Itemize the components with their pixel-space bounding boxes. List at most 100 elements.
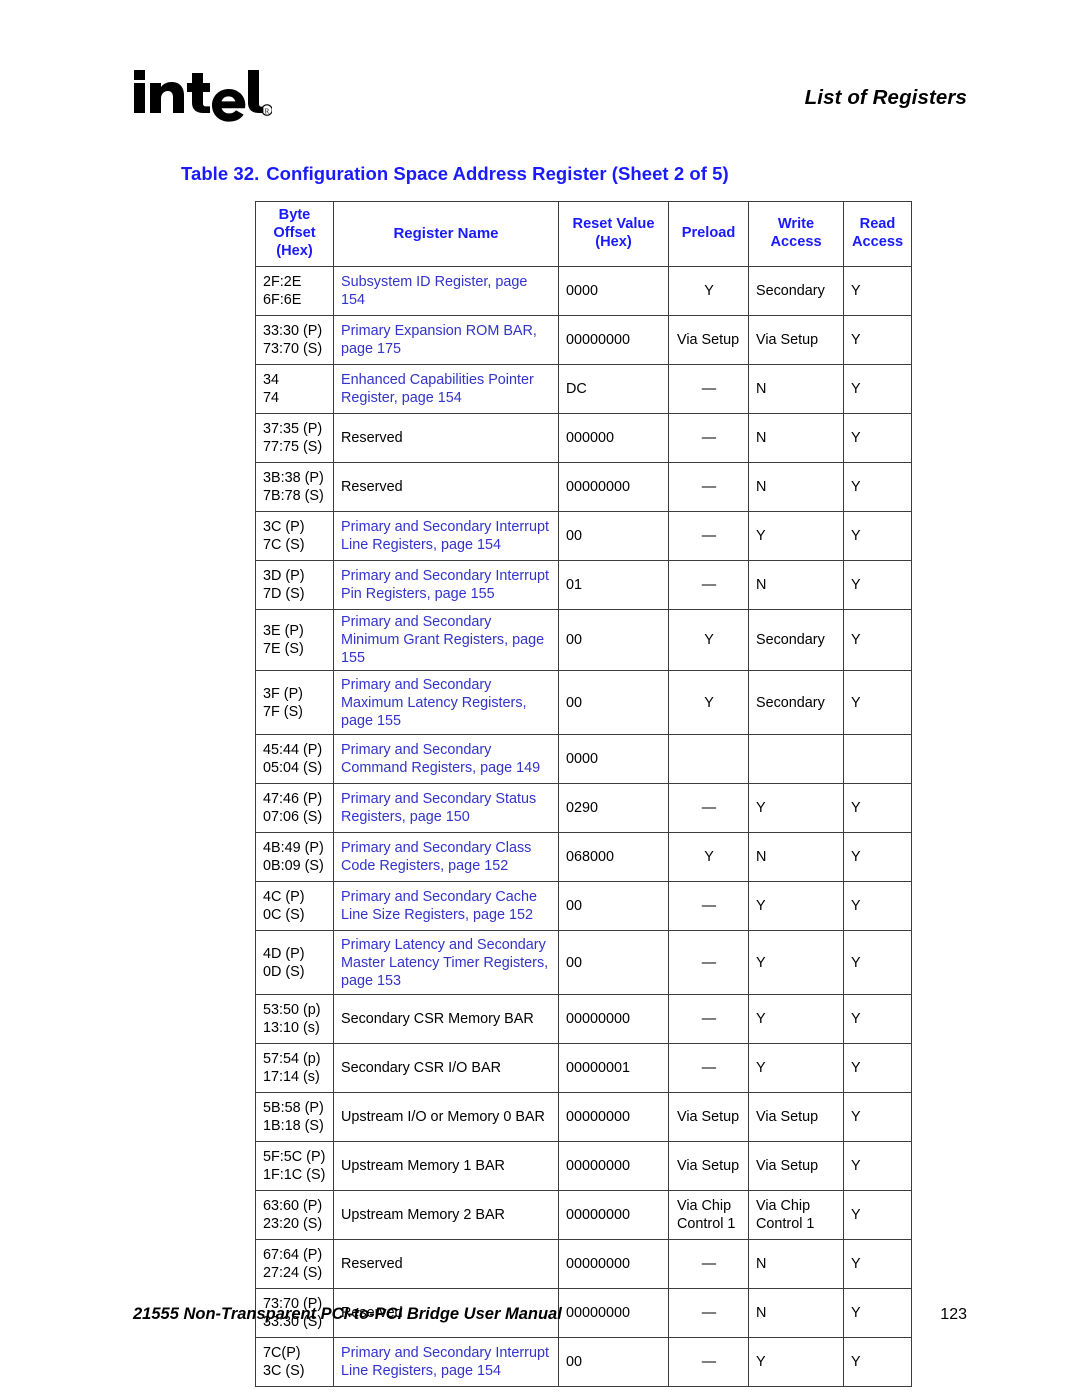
cell-reset-value: 00 (558, 881, 669, 932)
table-row: 57:54 (p) 17:14 (s) Secondary CSR I/O BAR… (255, 1043, 912, 1094)
cell-register-name[interactable]: Primary and Secondary Class Code Registe… (333, 832, 559, 883)
cell-preload: — (668, 462, 749, 512)
cell-reset-value: 068000 (558, 832, 669, 883)
page-footer: 21555 Non-Transparent PCI-to-PCI Bridge … (0, 1287, 1080, 1397)
table-caption-text: Configuration Space Address Register (Sh… (266, 163, 729, 184)
column-header-byte-offset: Byte Offset (Hex) (255, 201, 334, 267)
cell-register-name[interactable]: Primary and Secondary Cache Line Size Re… (333, 881, 559, 932)
cell-preload: — (668, 1043, 749, 1094)
cell-write-access: Secondary (748, 266, 844, 316)
cell-read-access: Y (843, 608, 912, 672)
cell-read-access: Y (843, 462, 912, 512)
cell-preload: — (668, 413, 749, 463)
cell-read-access: Y (843, 315, 912, 365)
cell-byte-offset: 4D (P) 0D (S) (255, 930, 334, 996)
cell-write-access: Via Setup (748, 1141, 844, 1192)
table-row: 67:64 (P) 27:24 (S) Reserved 00000000— N Y (255, 1239, 912, 1290)
cell-register-name[interactable]: Primary and Secondary Status Registers, … (333, 783, 559, 834)
cell-read-access: Y (843, 930, 912, 996)
table-row: 4D (P) 0D (S) Primary Latency and Seconda… (255, 930, 912, 996)
cell-write-access: N (748, 364, 844, 414)
cell-byte-offset: 34 74 (255, 364, 334, 414)
cell-reset-value: 000000 (558, 413, 669, 463)
cell-write-access: Y (748, 783, 844, 834)
cell-read-access: Y (843, 266, 912, 316)
cell-register-name: Secondary CSR Memory BAR (333, 994, 559, 1045)
cell-byte-offset: 53:50 (p) 13:10 (s) (255, 994, 334, 1045)
cell-reset-value: 00 (558, 670, 669, 736)
page-number: 123 (940, 1306, 967, 1323)
cell-register-name: Upstream I/O or Memory 0 BAR (333, 1092, 559, 1143)
column-header-reset-value: Reset Value (Hex) (558, 201, 669, 267)
cell-reset-value: 0290 (558, 783, 669, 834)
cell-byte-offset: 3B:38 (P) 7B:78 (S) (255, 462, 334, 512)
table-row: 53:50 (p) 13:10 (s) Secondary CSR Memory … (255, 994, 912, 1045)
cell-read-access: Y (843, 832, 912, 883)
cell-preload: — (668, 783, 749, 834)
cell-register-name[interactable]: Enhanced Capabilities Pointer Register, … (333, 364, 559, 414)
cell-reset-value: 00000000 (558, 315, 669, 365)
cell-register-name[interactable]: Primary and Secondary Maximum Latency Re… (333, 670, 559, 736)
cell-read-access: Y (843, 364, 912, 414)
table-caption: Table 32. Configuration Space Address Reg… (181, 163, 729, 185)
cell-byte-offset: 3D (P) 7D (S) (255, 560, 334, 610)
cell-reset-value: 00000001 (558, 1043, 669, 1094)
cell-byte-offset: 3C (P) 7C (S) (255, 511, 334, 561)
cell-byte-offset: 5B:58 (P) 1B:18 (S) (255, 1092, 334, 1143)
cell-register-name[interactable]: Primary and Secondary Interrupt Line Reg… (333, 511, 559, 561)
cell-reset-value: 0000 (558, 266, 669, 316)
cell-preload: Via Setup (668, 1141, 749, 1192)
intel-logo: R (132, 66, 272, 124)
cell-read-access: Y (843, 1141, 912, 1192)
cell-read-access: Y (843, 560, 912, 610)
cell-preload: Y (668, 266, 749, 316)
table-row: 3F (P) 7F (S) Primary and Secondary Maxim… (255, 670, 912, 736)
cell-write-access: N (748, 413, 844, 463)
cell-register-name: Upstream Memory 2 BAR (333, 1190, 559, 1241)
cell-write-access: Via Setup (748, 1092, 844, 1143)
cell-register-name[interactable]: Subsystem ID Register, page 154 (333, 266, 559, 316)
svg-text:R: R (265, 107, 270, 115)
cell-byte-offset: 3F (P) 7F (S) (255, 670, 334, 736)
cell-byte-offset: 37:35 (P) 77:75 (S) (255, 413, 334, 463)
table-body: 2F:2E 6F:6E Subsystem ID Register, page 1… (255, 266, 912, 1388)
page-header: R List of Registers (0, 0, 1080, 150)
table-row: 3C (P) 7C (S) Primary and Secondary Inter… (255, 511, 912, 561)
table-row: 34 74 Enhanced Capabilities Pointer Regis… (255, 364, 912, 414)
cell-reset-value: 00000000 (558, 1141, 669, 1192)
cell-register-name[interactable]: Primary Expansion ROM BAR, page 175 (333, 315, 559, 365)
cell-write-access: N (748, 832, 844, 883)
cell-register-name[interactable]: Primary Latency and Secondary Master Lat… (333, 930, 559, 996)
table-row: 63:60 (P) 23:20 (S) Upstream Memory 2 BAR… (255, 1190, 912, 1241)
cell-write-access: Secondary (748, 608, 844, 672)
cell-read-access: Y (843, 994, 912, 1045)
cell-preload: — (668, 881, 749, 932)
cell-reset-value: 01 (558, 560, 669, 610)
cell-byte-offset: 47:46 (P) 07:06 (S) (255, 783, 334, 834)
cell-preload: Via Setup (668, 1092, 749, 1143)
table-row: 2F:2E 6F:6E Subsystem ID Register, page 1… (255, 266, 912, 316)
cell-reset-value: 00 (558, 608, 669, 672)
cell-preload: — (668, 1239, 749, 1290)
cell-write-access: N (748, 462, 844, 512)
cell-register-name[interactable]: Primary and Secondary Minimum Grant Regi… (333, 608, 559, 672)
table-row: 4B:49 (P) 0B:09 (S) Primary and Secondary… (255, 832, 912, 883)
configuration-space-address-register-table: Byte Offset (Hex) Register Name Reset Va… (255, 201, 912, 1388)
cell-register-name: Reserved (333, 462, 559, 512)
column-header-preload: Preload (668, 201, 749, 267)
cell-write-access: Via Chip Control 1 (748, 1190, 844, 1241)
table-row: 5B:58 (P) 1B:18 (S) Upstream I/O or Memor… (255, 1092, 912, 1143)
column-header-register-name: Register Name (333, 201, 559, 267)
cell-register-name: Reserved (333, 1239, 559, 1290)
cell-reset-value: 00 (558, 930, 669, 996)
table-row: 33:30 (P) 73:70 (S) Primary Expansion ROM… (255, 315, 912, 365)
cell-reset-value: 00000000 (558, 1239, 669, 1290)
cell-read-access: Y (843, 670, 912, 736)
cell-register-name: Secondary CSR I/O BAR (333, 1043, 559, 1094)
cell-register-name[interactable]: Primary and Secondary Command Registers,… (333, 734, 559, 785)
cell-register-name[interactable]: Primary and Secondary Interrupt Pin Regi… (333, 560, 559, 610)
cell-register-name: Upstream Memory 1 BAR (333, 1141, 559, 1192)
cell-read-access: Y (843, 1043, 912, 1094)
table-row: 3B:38 (P) 7B:78 (S) Reserved 00000000— N Y (255, 462, 912, 512)
cell-byte-offset: 2F:2E 6F:6E (255, 266, 334, 316)
